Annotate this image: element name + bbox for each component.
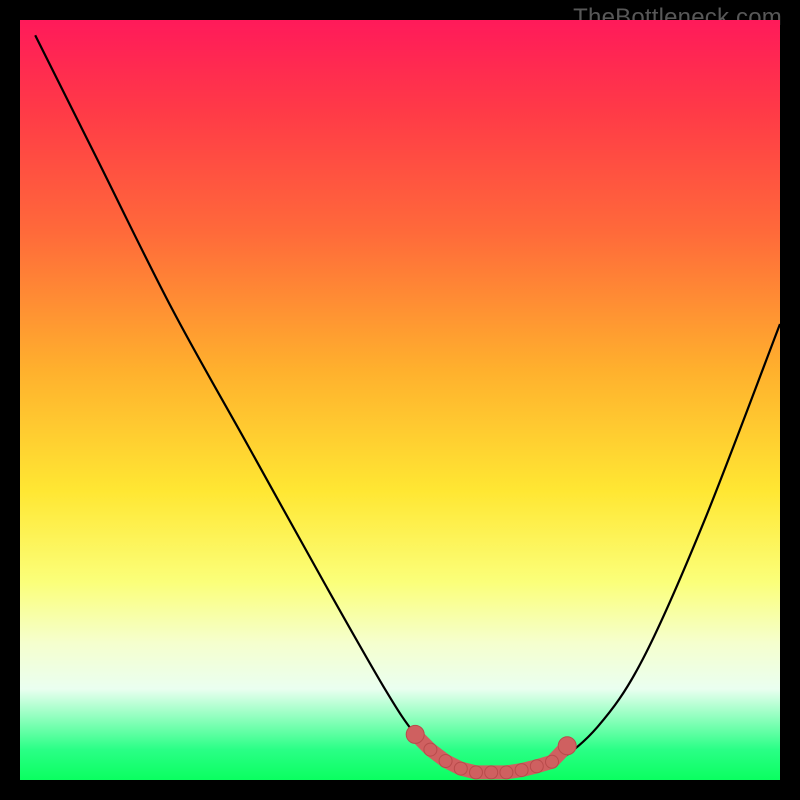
marker-dot [424,743,437,756]
marker-dot [558,737,576,755]
bottleneck-curve [35,35,780,773]
marker-dot [470,766,483,779]
marker-dot [454,762,467,775]
marker-group [406,725,576,779]
marker-dot [500,766,513,779]
marker-dot [530,760,543,773]
marker-dot [515,764,528,777]
marker-dot [485,766,498,779]
plot-area [20,20,780,780]
marker-dot [546,755,559,768]
chart-container: TheBottleneck.com [0,0,800,800]
chart-svg [20,20,780,780]
marker-dot [439,755,452,768]
marker-dot [406,725,424,743]
